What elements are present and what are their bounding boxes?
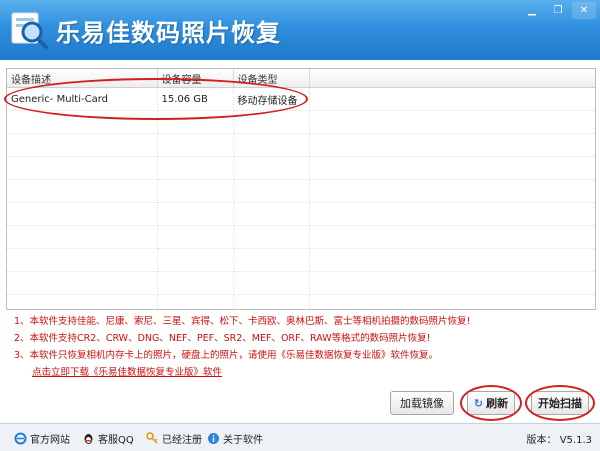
device-description-cell[interactable]: Generic- Multi-Card	[7, 87, 158, 111]
notes-panel: 1、本软件支持佳能、尼康、索尼、三星、宾得、松下、卡西欧、奥林巴斯、富士等相机拍…	[14, 313, 584, 381]
start-scan-button[interactable]: 开始扫描	[531, 391, 589, 415]
minimize-icon[interactable]: ▁	[520, 2, 544, 19]
official-site-label: 官方网站	[30, 435, 70, 446]
empty-table-row	[7, 133, 595, 157]
empty-table-row	[7, 202, 595, 226]
device-table: 设备描述 设备容量 设备类型 Generic- Multi-Card 15.06…	[7, 69, 595, 309]
note-line: 3、本软件只恢复相机内存卡上的照片，硬盘上的照片，请使用《乐易佳数据恢复专业版》…	[14, 350, 439, 361]
refresh-button[interactable]: ↻ 刷新	[467, 391, 515, 415]
about-software-link[interactable]: 关于软件	[207, 431, 263, 446]
version-label: 版本： V5.1.3	[526, 435, 592, 446]
empty-table-row	[7, 294, 595, 309]
close-icon[interactable]: ✕	[572, 2, 596, 19]
empty-table-row	[7, 248, 595, 272]
table-row[interactable]: Generic- Multi-Card 15.06 GB 移动存储设备	[7, 87, 595, 111]
app-title: 乐易佳数码照片恢复	[56, 19, 281, 47]
window-controls: ▁ ❐ ✕	[520, 2, 596, 19]
column-header-filler	[309, 69, 595, 88]
refresh-label: 刷新	[486, 397, 509, 410]
magnifier-photo-logo-icon	[11, 12, 48, 49]
registered-label: 已经注册	[162, 435, 202, 446]
registered-link[interactable]: 已经注册	[146, 431, 202, 446]
table-header-row: 设备描述 设备容量 设备类型	[7, 69, 595, 88]
empty-table-row	[7, 271, 595, 295]
download-pro-link[interactable]: 点击立即下载《乐易佳数据恢复专业版》软件	[14, 364, 584, 381]
empty-table-row	[7, 156, 595, 180]
column-header-type[interactable]: 设备类型	[233, 69, 310, 88]
table-cell-filler	[309, 87, 595, 111]
refresh-icon: ↻	[473, 396, 484, 410]
about-software-label: 关于软件	[223, 435, 263, 446]
empty-table-row	[7, 110, 595, 134]
title-bar: 乐易佳数码照片恢复 ▁ ❐ ✕	[0, 0, 600, 60]
device-type-cell[interactable]: 移动存储设备	[233, 87, 310, 111]
service-qq-link[interactable]: 客服QQ	[82, 431, 134, 446]
device-capacity-cell[interactable]: 15.06 GB	[157, 87, 234, 111]
device-list-panel: 设备描述 设备容量 设备类型 Generic- Multi-Card 15.06…	[6, 68, 596, 310]
official-site-link[interactable]: 官方网站	[14, 431, 70, 446]
note-line: 1、本软件支持佳能、尼康、索尼、三星、宾得、松下、卡西欧、奥林巴斯、富士等相机拍…	[14, 316, 471, 327]
empty-table-row	[7, 179, 595, 203]
column-header-capacity[interactable]: 设备容量	[157, 69, 234, 88]
status-bar: 官方网站 客服QQ 已经注册 关于软件 版本： V5.1.3	[0, 423, 600, 451]
ie-icon	[14, 432, 27, 445]
maximize-icon[interactable]: ❐	[546, 2, 570, 19]
load-image-button[interactable]: 加载镜像	[390, 391, 454, 415]
key-icon	[146, 432, 159, 445]
note-line: 2、本软件支持CR2、CRW、DNG、NEF、PEF、SR2、MEF、ORF、R…	[14, 333, 431, 344]
qq-penguin-icon	[82, 432, 95, 445]
info-icon	[207, 432, 220, 445]
empty-table-row	[7, 225, 595, 249]
column-header-description[interactable]: 设备描述	[7, 69, 158, 88]
service-qq-label: 客服QQ	[98, 435, 134, 446]
